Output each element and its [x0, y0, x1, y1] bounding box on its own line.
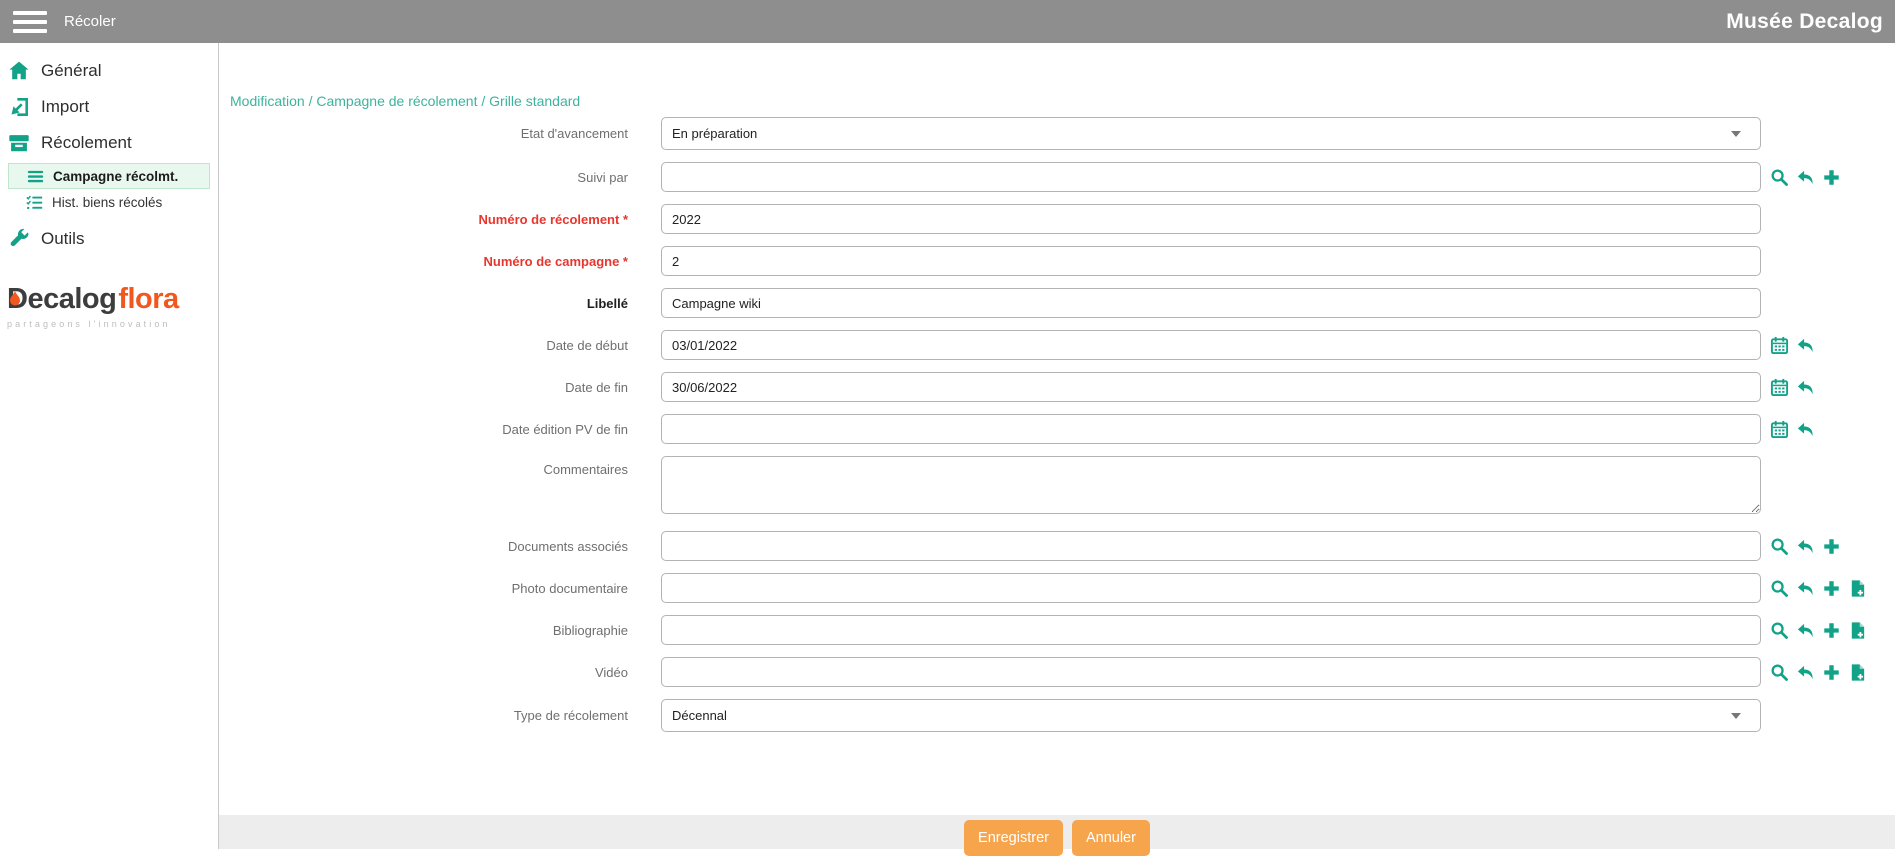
search-icon[interactable] — [1770, 168, 1789, 187]
file-plus-icon[interactable] — [1848, 579, 1867, 598]
form-footer: Enregistrer Annuler — [219, 815, 1895, 849]
date-edition-pv-input[interactable] — [661, 414, 1761, 444]
wrench-icon — [8, 228, 30, 250]
undo-icon[interactable] — [1796, 621, 1815, 640]
bibliographie-input[interactable] — [661, 615, 1761, 645]
logo-brand: Decalog — [7, 283, 116, 315]
undo-icon[interactable] — [1796, 537, 1815, 556]
photo-documentaire-input[interactable] — [661, 573, 1761, 603]
field-label: Suivi par — [219, 170, 644, 185]
libelle-input[interactable] — [661, 288, 1761, 318]
suivi-par-input[interactable] — [661, 162, 1761, 192]
app-title: Récoler — [64, 13, 116, 30]
documents-associes-input[interactable] — [661, 531, 1761, 561]
sidebar: Général Import Récolement Campagne récol… — [0, 43, 219, 849]
search-icon[interactable] — [1770, 537, 1789, 556]
undo-icon[interactable] — [1796, 378, 1815, 397]
search-icon[interactable] — [1770, 579, 1789, 598]
field-label: Etat d'avancement — [219, 126, 644, 141]
row-documents-associes: Documents associés — [219, 531, 1895, 561]
row-date-edition-pv: Date édition PV de fin — [219, 414, 1895, 444]
plus-icon[interactable] — [1822, 168, 1841, 187]
row-type-recolement: Type de récolement Décennal — [219, 699, 1895, 732]
caret-down-icon — [1731, 131, 1741, 137]
row-date-debut: Date de début — [219, 330, 1895, 360]
sidebar-item-hist-biens-recoles[interactable]: Hist. biens récolés — [0, 190, 218, 215]
video-input[interactable] — [661, 657, 1761, 687]
logo-brand-accent: flora — [118, 283, 178, 315]
plus-icon[interactable] — [1822, 537, 1841, 556]
org-title: Musée Decalog — [1726, 10, 1883, 34]
field-label: Documents associés — [219, 539, 644, 554]
home-icon — [8, 60, 30, 82]
etat-avancement-select[interactable]: En préparation — [661, 117, 1761, 150]
undo-icon[interactable] — [1796, 579, 1815, 598]
sidebar-item-general[interactable]: Général — [0, 53, 218, 89]
search-icon[interactable] — [1770, 663, 1789, 682]
field-label-required: Numéro de campagne * — [219, 254, 644, 269]
numero-recolement-input[interactable] — [661, 204, 1761, 234]
row-photo-documentaire: Photo documentaire — [219, 573, 1895, 603]
file-plus-icon[interactable] — [1848, 621, 1867, 640]
date-debut-input[interactable] — [661, 330, 1761, 360]
field-label: Bibliographie — [219, 623, 644, 638]
row-video: Vidéo — [219, 657, 1895, 687]
campaign-form: Etat d'avancement En préparation Suivi p… — [219, 117, 1895, 732]
cancel-button[interactable]: Annuler — [1072, 820, 1150, 856]
flame-icon — [9, 290, 21, 306]
save-button[interactable]: Enregistrer — [964, 820, 1063, 856]
field-label-required: Numéro de récolement * — [219, 212, 644, 227]
undo-icon[interactable] — [1796, 168, 1815, 187]
plus-icon[interactable] — [1822, 663, 1841, 682]
row-bibliographie: Bibliographie — [219, 615, 1895, 645]
undo-icon[interactable] — [1796, 663, 1815, 682]
checklist-icon — [26, 194, 43, 211]
select-value: En préparation — [672, 126, 757, 141]
field-label: Date édition PV de fin — [219, 422, 644, 437]
field-label: Type de récolement — [219, 708, 644, 723]
row-etat-avancement: Etat d'avancement En préparation — [219, 117, 1895, 150]
plus-icon[interactable] — [1822, 579, 1841, 598]
calendar-icon[interactable] — [1770, 378, 1789, 397]
file-plus-icon[interactable] — [1848, 663, 1867, 682]
import-icon — [8, 96, 30, 118]
undo-icon[interactable] — [1796, 420, 1815, 439]
hamburger-menu-icon[interactable] — [13, 11, 47, 33]
sidebar-item-recolement[interactable]: Récolement — [0, 125, 218, 161]
undo-icon[interactable] — [1796, 336, 1815, 355]
row-commentaires: Commentaires — [219, 456, 1895, 519]
breadcrumb: Modification / Campagne de récolement / … — [230, 93, 580, 109]
numero-campagne-input[interactable] — [661, 246, 1761, 276]
field-label: Date de début — [219, 338, 644, 353]
calendar-icon[interactable] — [1770, 420, 1789, 439]
sidebar-item-campagne-recolmt[interactable]: Campagne récolmt. — [8, 163, 210, 189]
caret-down-icon — [1731, 713, 1741, 719]
logo-tagline: partageons l'innovation — [7, 319, 218, 329]
row-numero-recolement: Numéro de récolement * — [219, 204, 1895, 234]
row-suivi-par: Suivi par — [219, 162, 1895, 192]
top-bar: Récoler Musée Decalog — [0, 0, 1895, 43]
commentaires-textarea[interactable] — [661, 456, 1761, 514]
field-label: Photo documentaire — [219, 581, 644, 596]
select-value: Décennal — [672, 708, 727, 723]
row-numero-campagne: Numéro de campagne * — [219, 246, 1895, 276]
field-label: Date de fin — [219, 380, 644, 395]
search-icon[interactable] — [1770, 621, 1789, 640]
date-fin-input[interactable] — [661, 372, 1761, 402]
decalog-flora-logo: Decalogflora partageons l'innovation — [0, 283, 218, 329]
main-content: Modification / Campagne de récolement / … — [219, 43, 1895, 849]
plus-icon[interactable] — [1822, 621, 1841, 640]
sidebar-item-outils[interactable]: Outils — [0, 221, 218, 257]
sidebar-item-import[interactable]: Import — [0, 89, 218, 125]
menu-lines-icon — [27, 168, 44, 185]
row-libelle: Libellé — [219, 288, 1895, 318]
row-date-fin: Date de fin — [219, 372, 1895, 402]
archive-icon — [8, 132, 30, 154]
field-label: Vidéo — [219, 665, 644, 680]
field-label: Libellé — [219, 296, 644, 311]
field-label: Commentaires — [219, 456, 644, 477]
calendar-icon[interactable] — [1770, 336, 1789, 355]
type-recolement-select[interactable]: Décennal — [661, 699, 1761, 732]
